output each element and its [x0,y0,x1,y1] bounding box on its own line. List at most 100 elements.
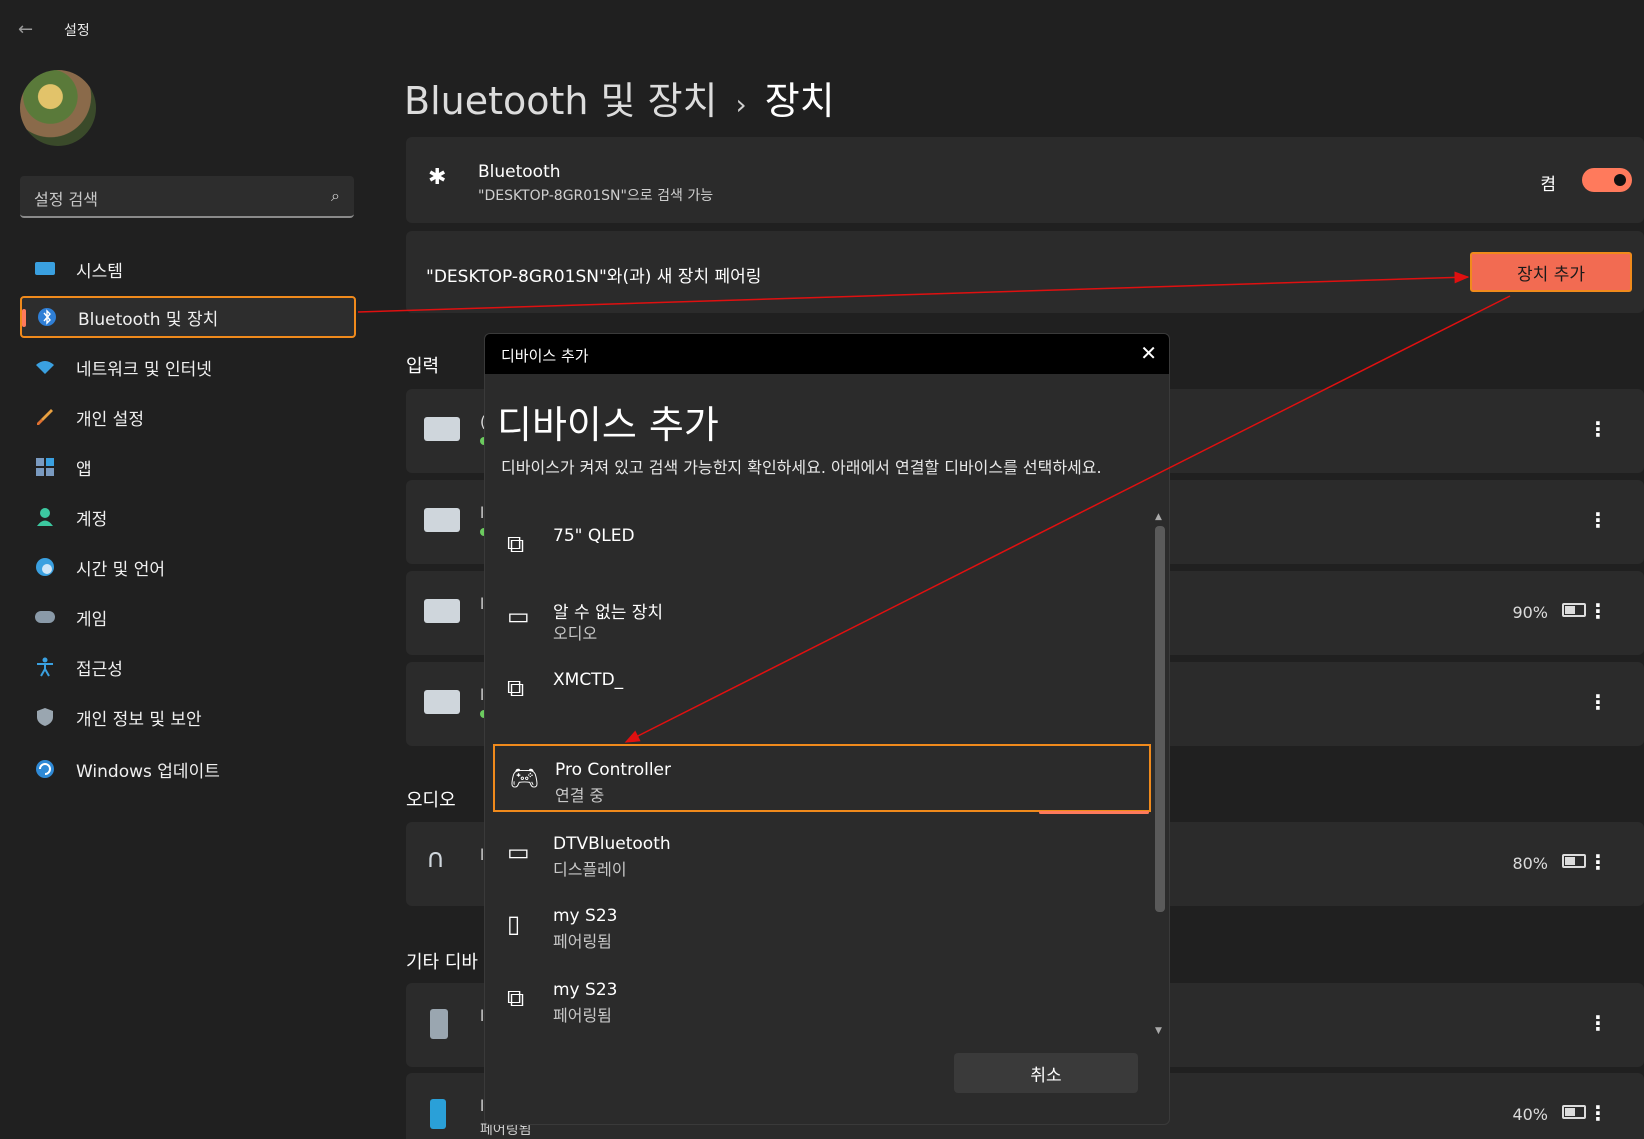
device-name: 75" QLED [553,526,635,546]
battery-icon [1562,854,1586,868]
connecting-progress [1039,811,1149,814]
add-device-dialog: 디바이스 추가 ✕ 디바이스 추가 디바이스가 켜져 있고 검색 가능한지 확인… [484,333,1170,1125]
bluetooth-toggle[interactable] [1582,168,1632,192]
sidebar-item-network[interactable]: 네트워크 및 인터넷 [20,346,356,388]
update-icon [34,758,56,780]
display-device-icon: ⧉ [507,530,525,558]
sidebar-item-label: Windows 업데이트 [76,761,220,782]
bluetooth-title: Bluetooth [478,162,561,182]
dialog-heading: 디바이스 추가 [497,403,719,447]
device-list-item[interactable]: ⧉ my S23 페어링됨 [493,966,1151,1034]
monitor-icon: ▭ [507,838,530,866]
sidebar-item-windows-update[interactable]: Windows 업데이트 [20,748,356,790]
device-status: 페어링됨 [553,932,612,951]
search-input[interactable]: 설정 검색 ⌕ [20,176,354,218]
sidebar-item-label: 개인 설정 [76,409,144,430]
scrollbar-thumb[interactable] [1155,526,1165,912]
battery-text: 80% [1512,854,1548,873]
battery-text: 40% [1512,1105,1548,1124]
keyboard-icon [424,599,460,623]
device-status: 디스플레이 [553,860,627,879]
account-icon [34,506,56,528]
search-icon[interactable]: ⌕ [331,186,340,206]
device-list-item[interactable]: ▭ 알 수 없는 장치 오디오 [493,584,1151,652]
sidebar-item-bluetooth[interactable]: Bluetooth 및 장치 [20,296,356,338]
toggle-label: 켬 [1540,175,1556,195]
accessibility-icon [34,656,56,678]
headphones-icon: ∩ [426,844,446,874]
app-title: 설정 [64,23,90,39]
sidebar-item-privacy[interactable]: 개인 정보 및 보안 [20,696,356,738]
keyboard-icon [424,508,460,532]
shield-icon [34,706,56,728]
gamepad-icon [34,606,56,628]
device-name: my S23 [553,906,618,926]
dialog-titlebar: 디바이스 추가 ✕ [485,334,1169,374]
sidebar-item-time-language[interactable]: 시간 및 언어 [20,546,356,588]
device-icon [430,1009,448,1039]
battery-icon [1562,603,1586,617]
pair-text: "DESKTOP-8GR01SN"와(과) 새 장치 페어링 [426,267,762,287]
device-list-item[interactable]: ⧉ 75" QLED [493,512,1151,580]
wifi-icon [34,356,56,378]
device-name: XMCTD_ [553,670,624,690]
more-icon[interactable]: ⋮ [1588,1101,1608,1125]
section-other: 기타 디바 [406,952,478,973]
page-title: Bluetooth 및 장치 › 장치 [404,70,835,125]
sidebar-item-gaming[interactable]: 게임 [20,596,356,638]
sidebar-item-label: 개인 정보 및 보안 [76,709,202,730]
device-list-item[interactable]: ▭ DTVBluetooth 디스플레이 [493,820,1151,888]
more-icon[interactable]: ⋮ [1588,1011,1608,1035]
more-icon[interactable]: ⋮ [1588,599,1608,623]
keyboard-icon [424,690,460,714]
avatar[interactable] [20,70,96,146]
device-name: Pro Controller [555,760,671,780]
display-device-icon: ⧉ [507,984,525,1012]
more-icon[interactable]: ⋮ [1588,690,1608,714]
section-input: 입력 [406,356,440,377]
sidebar-item-apps[interactable]: 앱 [20,446,356,488]
sidebar-item-label: 시간 및 언어 [76,559,166,580]
back-arrow-icon[interactable]: ← [18,18,42,42]
device-list-item[interactable]: ▯ my S23 페어링됨 [493,892,1151,960]
phone-icon [430,1099,446,1129]
battery-text: 90% [1512,603,1548,622]
keyboard-icon [424,417,460,441]
bluetooth-icon [36,306,58,328]
close-icon[interactable]: ✕ [1140,341,1157,365]
device-status: 오디오 [553,624,598,643]
sidebar-item-label: 계정 [76,509,108,530]
device-name: DTVBluetooth [553,834,671,854]
cancel-button[interactable]: 취소 [954,1053,1138,1093]
breadcrumb-current: 장치 [764,79,835,123]
more-icon[interactable]: ⋮ [1588,508,1608,532]
dialog-description: 디바이스가 켜져 있고 검색 가능한지 확인하세요. 아래에서 연결할 디바이스… [501,458,1102,477]
more-icon[interactable]: ⋮ [1588,417,1608,441]
brush-icon [34,406,56,428]
dialog-bar-title: 디바이스 추가 [501,347,589,365]
sidebar-item-label: 접근성 [76,659,123,680]
bluetooth-icon: ✱ [428,165,447,190]
pair-device-card: "DESKTOP-8GR01SN"와(과) 새 장치 페어링 [406,231,1644,313]
device-status: 페어링됨 [553,1006,612,1025]
scroll-down-icon[interactable]: ▼ [1155,1026,1162,1036]
sidebar-item-label: 시스템 [76,261,123,282]
device-name: my S23 [553,980,618,1000]
device-list-item[interactable]: ⧉ XMCTD_ [493,656,1151,724]
display-device-icon: ⧉ [507,674,525,702]
sidebar-item-personalization[interactable]: 개인 설정 [20,396,356,438]
device-list-item-pro-controller[interactable]: 🎮︎ Pro Controller 연결 중 [493,744,1151,812]
more-icon[interactable]: ⋮ [1588,850,1608,874]
sidebar-item-label: 네트워크 및 인터넷 [76,359,212,380]
sidebar-item-system[interactable]: 시스템 [20,248,356,290]
chevron-right-icon: › [735,88,747,121]
device-status: 연결 중 [555,786,605,805]
sidebar-item-label: 앱 [76,459,92,480]
sidebar-item-accounts[interactable]: 계정 [20,496,356,538]
breadcrumb-parent[interactable]: Bluetooth 및 장치 [404,79,718,123]
add-device-button[interactable]: 장치 추가 [1470,252,1632,292]
bluetooth-card: ✱ Bluetooth "DESKTOP-8GR01SN"으로 검색 가능 켬 [406,137,1644,223]
phone-icon: ▯ [507,910,521,938]
sidebar-item-accessibility[interactable]: 접근성 [20,646,356,688]
scroll-up-icon[interactable]: ▲ [1155,512,1162,522]
